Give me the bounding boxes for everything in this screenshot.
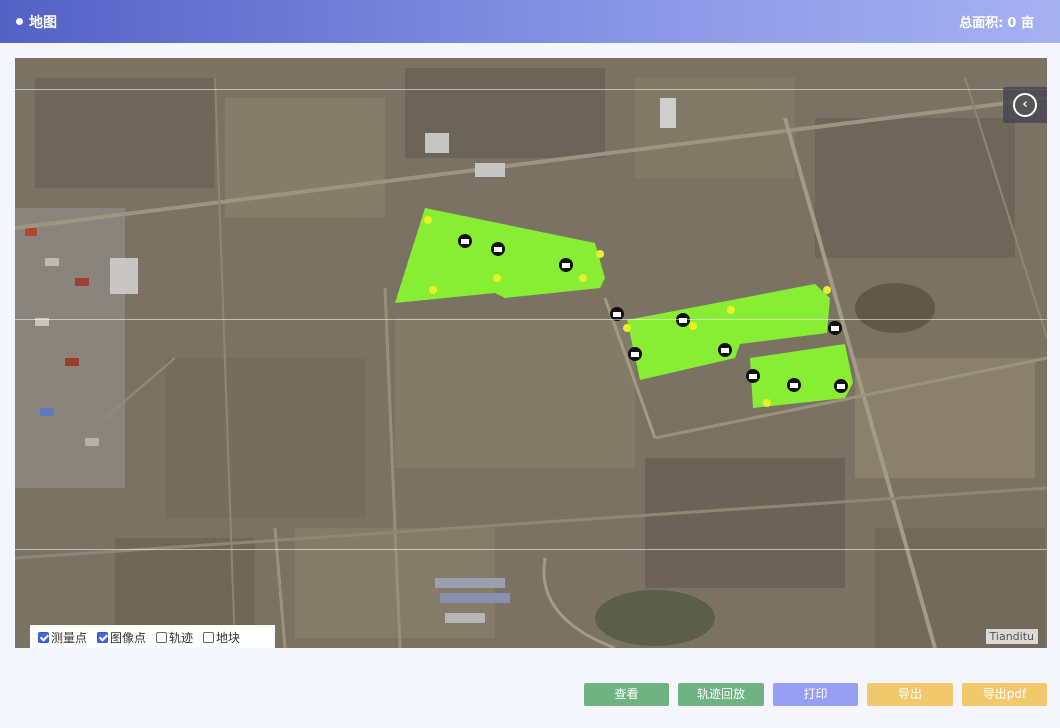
layer-toggle-image-points[interactable]: 图像点: [97, 629, 146, 646]
export-button[interactable]: 导出: [867, 683, 953, 706]
collapse-panel-button[interactable]: ‹: [1003, 87, 1047, 123]
layer-toggle-panel: 测量点 图像点 轨迹 地块: [30, 625, 275, 648]
layer-label: 图像点: [110, 630, 147, 645]
page-header: 地图 总面积: 0 亩: [0, 0, 1060, 43]
track-replay-button[interactable]: 轨迹回放: [678, 683, 764, 706]
layer-label: 测量点: [51, 630, 88, 645]
layer-label: 轨迹: [169, 630, 194, 645]
checkbox-plot[interactable]: [203, 631, 215, 643]
checkbox-survey-points[interactable]: [38, 631, 49, 643]
map-attribution: Tianditu: [985, 629, 1038, 644]
layer-toggle-plot[interactable]: 地块: [203, 629, 240, 646]
checkbox-image-points[interactable]: [97, 631, 109, 643]
checkbox-track[interactable]: [156, 631, 168, 643]
page-title: 地图: [29, 15, 57, 31]
map-grid-line: [15, 549, 1047, 550]
bullet-icon: [16, 18, 23, 25]
view-button[interactable]: 查看: [584, 683, 669, 706]
satellite-map[interactable]: ‹ 测量点 图像点 轨迹 地块 Tianditu: [15, 58, 1047, 648]
total-area: 总面积: 0 亩: [955, 12, 1034, 31]
export-pdf-button[interactable]: 导出pdf: [962, 683, 1047, 706]
layer-toggle-survey-points[interactable]: 测量点: [38, 629, 87, 646]
total-area-label: 总面积:: [959, 16, 1004, 31]
print-button[interactable]: 打印: [773, 683, 858, 706]
total-area-value: 0 亩: [1007, 16, 1034, 31]
layer-toggle-track[interactable]: 轨迹: [156, 629, 193, 646]
map-grid-line: [15, 89, 1047, 90]
satellite-imagery: [15, 58, 1047, 648]
map-grid-line: [15, 319, 1047, 320]
layer-label: 地块: [216, 630, 241, 645]
chevron-left-icon: ‹: [1013, 93, 1037, 117]
